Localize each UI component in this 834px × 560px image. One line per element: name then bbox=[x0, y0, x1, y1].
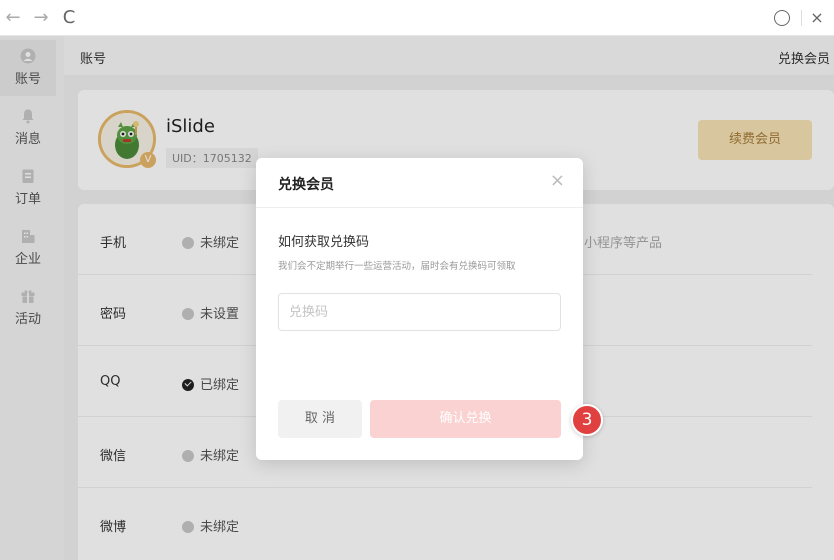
compass-icon[interactable] bbox=[774, 10, 790, 26]
dialog-divider bbox=[256, 207, 583, 208]
dialog-title: 兑换会员 bbox=[278, 177, 334, 193]
toolbar-divider bbox=[801, 10, 802, 26]
redeem-code-heading: 如何获取兑换码 bbox=[278, 235, 370, 250]
redeem-code-description: 我们会不定期举行一些运营活动，届时会有兑换码可领取 bbox=[278, 261, 516, 272]
redeem-code-input[interactable] bbox=[278, 293, 561, 331]
close-icon[interactable]: × bbox=[806, 7, 828, 29]
back-icon[interactable]: ← bbox=[2, 7, 24, 29]
browser-toolbar: ← → C × bbox=[0, 0, 834, 36]
confirm-redeem-button[interactable]: 确认兑换 bbox=[370, 400, 561, 438]
cancel-button[interactable]: 取 消 bbox=[278, 400, 362, 438]
forward-icon[interactable]: → bbox=[30, 7, 52, 29]
close-icon[interactable]: × bbox=[550, 172, 565, 190]
reload-icon[interactable]: C bbox=[58, 7, 80, 29]
step-number-badge: 3 bbox=[571, 404, 603, 436]
redeem-membership-dialog: 兑换会员 × 如何获取兑换码 我们会不定期举行一些运营活动，届时会有兑换码可领取… bbox=[256, 158, 583, 460]
